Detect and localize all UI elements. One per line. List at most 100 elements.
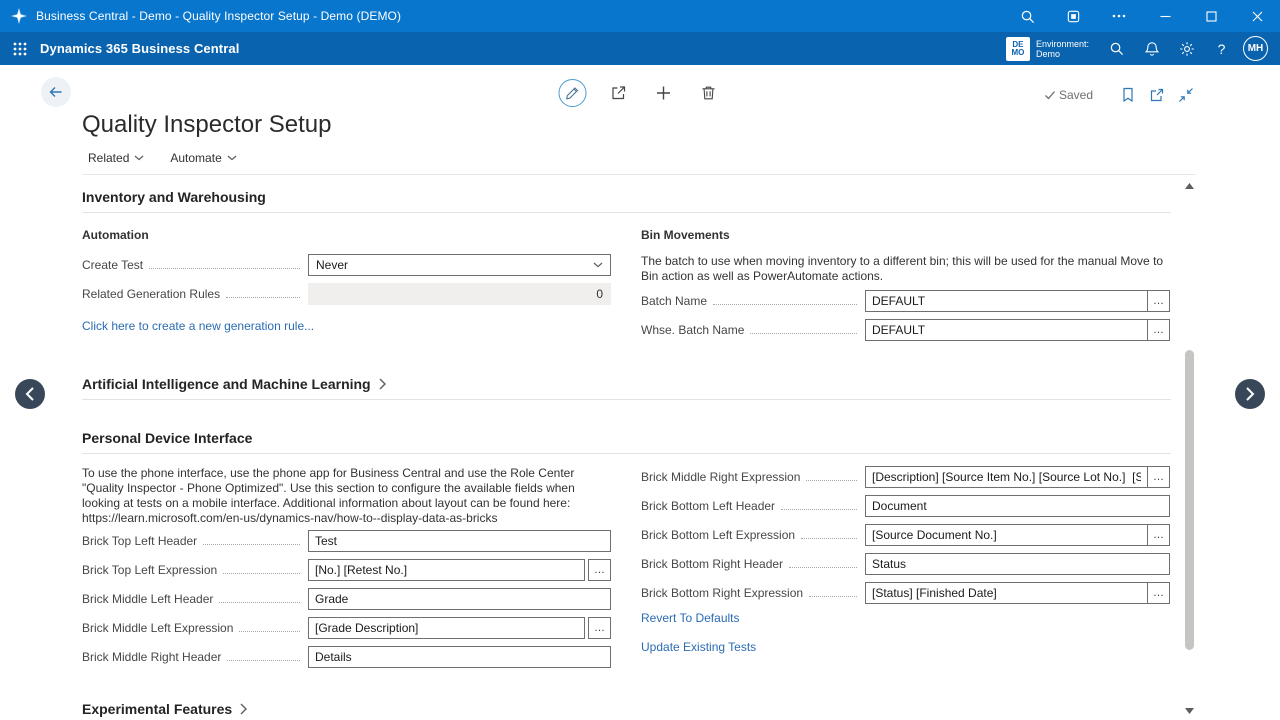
- previous-record-button[interactable]: [15, 379, 45, 409]
- section-title: Personal Device Interface: [82, 430, 252, 446]
- close-button[interactable]: [1234, 0, 1280, 32]
- collapse-page-button[interactable]: [1176, 85, 1196, 105]
- update-existing-tests-link[interactable]: Update Existing Tests: [641, 640, 1171, 654]
- next-record-button[interactable]: [1235, 379, 1265, 409]
- avatar[interactable]: MH: [1243, 36, 1268, 61]
- dynamics-logo-icon: [11, 8, 27, 24]
- brick-bottom-right-expression-input[interactable]: [866, 583, 1147, 603]
- titlebar-more-button[interactable]: [1096, 0, 1142, 32]
- brick-middle-left-expression-input[interactable]: [308, 617, 585, 639]
- new-button[interactable]: [651, 80, 677, 106]
- scrollbar-thumb[interactable]: [1185, 350, 1194, 650]
- environment-badge: DEMO: [1006, 37, 1030, 61]
- create-test-value: Never: [316, 258, 348, 272]
- app-launcher-button[interactable]: [0, 32, 40, 65]
- brick-bottom-left-header-input[interactable]: [865, 495, 1170, 517]
- help-icon: ?: [1218, 41, 1226, 57]
- field-label: Brick Top Left Expression: [82, 563, 217, 577]
- page-menu-bar: Related Automate: [82, 151, 1196, 175]
- brick-middle-left-header-input[interactable]: [308, 588, 611, 610]
- menu-automate[interactable]: Automate: [170, 151, 236, 165]
- group-bin-movements: Bin Movements: [641, 228, 1171, 242]
- section-inventory-and-warehousing[interactable]: Inventory and Warehousing: [82, 189, 1171, 213]
- chevron-down-icon: [227, 155, 237, 161]
- section-ai-and-ml[interactable]: Artificial Intelligence and Machine Lear…: [82, 376, 1171, 400]
- whse-batch-name-input[interactable]: [866, 320, 1147, 340]
- maximize-icon: [1206, 11, 1217, 22]
- brick-top-left-expression-input[interactable]: [308, 559, 585, 581]
- menu-related[interactable]: Related: [88, 151, 144, 165]
- field-brick-middle-right-expression: Brick Middle Right Expression …: [641, 466, 1171, 488]
- assist-edit-button[interactable]: …: [1147, 525, 1169, 545]
- create-test-dropdown[interactable]: Never: [308, 254, 611, 276]
- assist-edit-button[interactable]: …: [1147, 583, 1169, 603]
- share-button[interactable]: [606, 80, 632, 106]
- search-icon: [1020, 9, 1035, 24]
- help-button[interactable]: ?: [1204, 32, 1239, 65]
- page-content: Inventory and Warehousing Automation Cre…: [0, 189, 1171, 720]
- share-icon: [610, 84, 628, 102]
- field-label: Batch Name: [641, 294, 707, 308]
- environment-label: Environment:: [1036, 39, 1089, 49]
- minimize-button[interactable]: [1142, 0, 1188, 32]
- batch-name-input[interactable]: [866, 291, 1147, 311]
- field-brick-bottom-left-header: Brick Bottom Left Header: [641, 495, 1171, 517]
- open-in-new-window-button[interactable]: [1147, 85, 1167, 105]
- back-button[interactable]: [41, 77, 71, 107]
- device-description: To use the phone interface, use the phon…: [82, 466, 611, 526]
- ellipsis-icon: [1112, 14, 1126, 18]
- field-brick-bottom-right-expression: Brick Bottom Right Expression …: [641, 582, 1171, 604]
- assist-edit-button[interactable]: …: [1147, 291, 1169, 311]
- navbar-search-button[interactable]: [1099, 32, 1134, 65]
- brick-bottom-left-expression-input[interactable]: [866, 525, 1147, 545]
- section-experimental-features[interactable]: Experimental Features: [82, 701, 1171, 720]
- collapse-icon: [1178, 87, 1194, 103]
- notifications-button[interactable]: [1134, 32, 1169, 65]
- delete-button[interactable]: [696, 80, 722, 106]
- field-brick-bottom-right-header: Brick Bottom Right Header: [641, 553, 1171, 575]
- brick-middle-right-expression-input[interactable]: [866, 467, 1147, 487]
- app-window-button[interactable]: [1050, 0, 1096, 32]
- field-label: Brick Bottom Right Expression: [641, 586, 803, 600]
- scroll-up-arrow[interactable]: [1185, 183, 1194, 189]
- brick-middle-right-header-input[interactable]: [308, 646, 611, 668]
- dotted-leader: [239, 631, 300, 632]
- app-window-icon: [1066, 9, 1081, 24]
- back-arrow-icon: [48, 84, 64, 100]
- assist-edit-button[interactable]: …: [588, 559, 611, 581]
- dotted-leader: [223, 573, 300, 574]
- bookmark-button[interactable]: [1118, 85, 1138, 105]
- field-label: Brick Bottom Left Expression: [641, 528, 795, 542]
- settings-button[interactable]: [1169, 32, 1204, 65]
- dotted-leader: [227, 660, 300, 661]
- edit-button[interactable]: [559, 79, 587, 107]
- chevron-right-icon: [1245, 386, 1255, 402]
- field-label: Whse. Batch Name: [641, 323, 744, 337]
- device-right-column: Brick Middle Right Expression … Brick Bo…: [641, 466, 1171, 654]
- revert-to-defaults-link[interactable]: Revert To Defaults: [641, 611, 1171, 625]
- section-personal-device-interface[interactable]: Personal Device Interface: [82, 430, 1171, 454]
- create-generation-rule-link[interactable]: Click here to create a new generation ru…: [82, 319, 314, 333]
- assist-edit-button[interactable]: …: [1147, 467, 1169, 487]
- scroll-down-arrow[interactable]: [1185, 708, 1194, 714]
- chevron-left-icon: [25, 386, 35, 402]
- brick-top-left-header-input[interactable]: [308, 530, 611, 552]
- assist-edit-button[interactable]: …: [1147, 320, 1169, 340]
- app-name[interactable]: Dynamics 365 Business Central: [40, 41, 239, 56]
- device-left-column: To use the phone interface, use the phon…: [82, 466, 611, 675]
- field-label: Brick Middle Right Expression: [641, 470, 800, 484]
- brick-bottom-right-header-input[interactable]: [865, 553, 1170, 575]
- dotted-leader: [219, 602, 300, 603]
- workspace: Saved Quality Inspector Setup Related Au…: [0, 65, 1280, 720]
- environment-indicator[interactable]: DEMO Environment: Demo: [1006, 37, 1089, 61]
- field-label: Brick Top Left Header: [82, 534, 197, 548]
- popout-icon: [1149, 87, 1165, 103]
- titlebar-search-button[interactable]: [1004, 0, 1050, 32]
- trash-icon: [701, 85, 717, 101]
- assist-edit-button[interactable]: …: [588, 617, 611, 639]
- field-label: Create Test: [82, 258, 143, 272]
- section-title: Artificial Intelligence and Machine Lear…: [82, 376, 371, 392]
- page-title: Quality Inspector Setup: [82, 111, 1280, 139]
- maximize-button[interactable]: [1188, 0, 1234, 32]
- vertical-scrollbar[interactable]: [1183, 177, 1196, 720]
